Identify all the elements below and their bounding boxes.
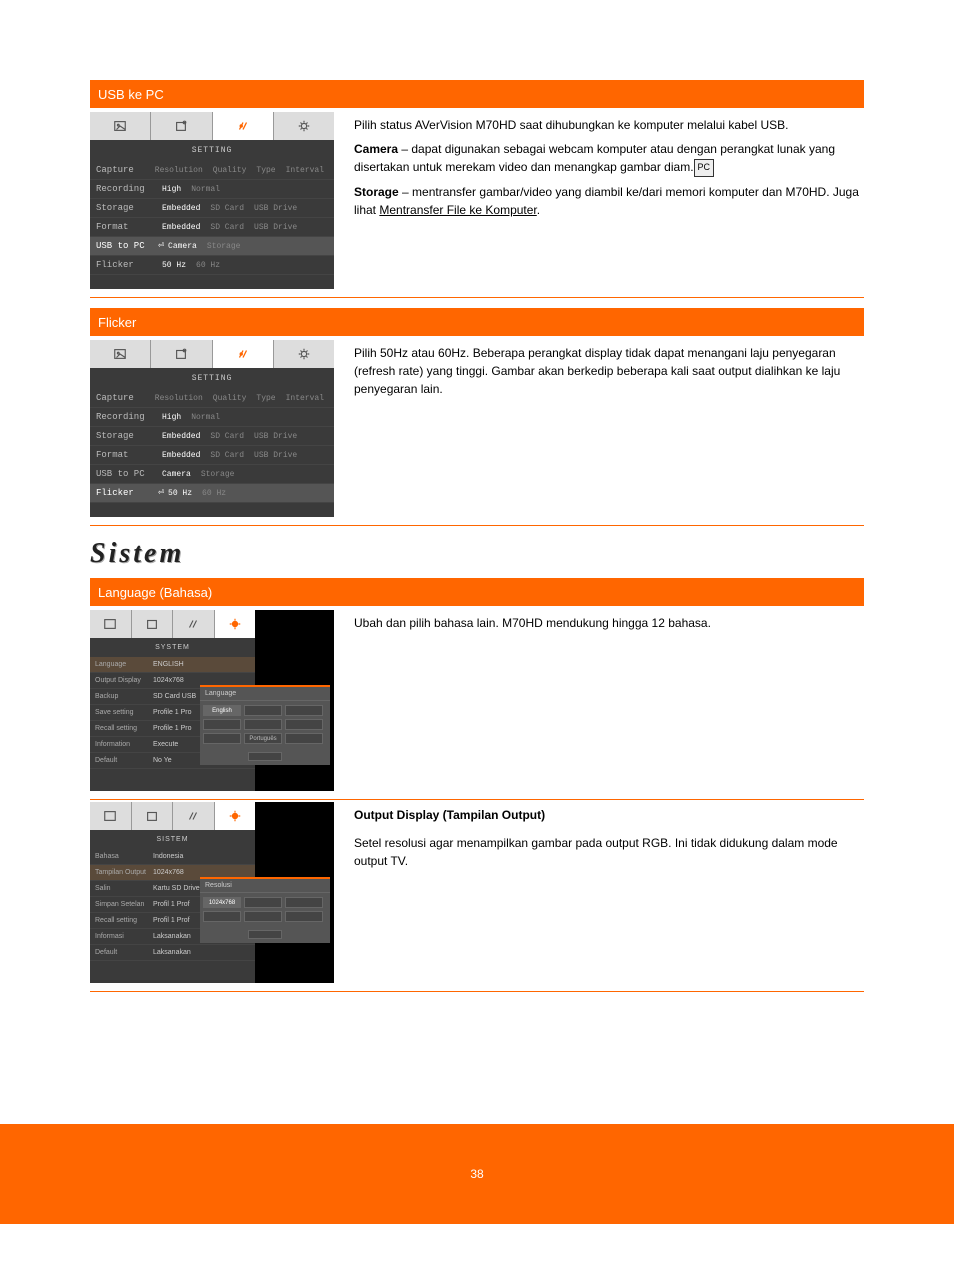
screenshot-settings-flicker: SETTING CaptureResolutionQualityTypeInte… <box>90 340 334 517</box>
resolution-popup: Resolusi 1024x768 <box>200 877 330 943</box>
page-footer: 38 <box>0 1124 954 1224</box>
language-description: Ubah dan pilih bahasa lain. M70HD menduk… <box>354 610 864 791</box>
tab-camera-icon <box>151 112 212 140</box>
tab-settings-icon <box>213 340 274 368</box>
bar-label: USB ke PC <box>98 87 164 102</box>
section-bar-usb: USB ke PC <box>90 80 864 108</box>
section-title-sistem: Sistem <box>90 538 864 570</box>
tab-settings-icon <box>173 610 215 638</box>
settings-title: SETTING <box>90 140 334 161</box>
bar-label: Flicker <box>98 315 136 330</box>
tab-camera-icon <box>151 340 212 368</box>
tab-gear-icon <box>274 340 334 368</box>
section-bar-language: Language (Bahasa) <box>90 578 864 606</box>
tab-image-icon <box>90 340 151 368</box>
section-bar-flicker: Flicker <box>90 308 864 336</box>
bar-label: Language (Bahasa) <box>98 585 212 600</box>
tab-gear-icon <box>274 112 334 140</box>
tab-settings-icon <box>213 112 274 140</box>
pc-icon: PC <box>694 159 715 177</box>
language-popup: Language English Português <box>200 685 330 765</box>
usb-description: Pilih status AVerVision M70HD saat dihub… <box>354 112 864 289</box>
screenshot-settings-usb: SETTING CaptureResolutionQualityTypeInte… <box>90 112 334 289</box>
tab-image-icon <box>90 802 132 830</box>
screenshot-system-language: SYSTEM LanguageENGLISH Output Display102… <box>90 610 334 791</box>
tab-gear-icon <box>215 802 256 830</box>
tab-camera-icon <box>132 802 174 830</box>
page-number: 38 <box>470 1167 483 1181</box>
screenshot-system-output: SISTEM BahasaIndonesia Tampilan Output10… <box>90 802 334 983</box>
tab-gear-icon <box>215 610 256 638</box>
tab-settings-icon <box>173 802 215 830</box>
settings-row-selected: Flicker⏎50 Hz60 Hz <box>90 484 334 503</box>
flicker-description: Pilih 50Hz atau 60Hz. Beberapa perangkat… <box>354 340 864 517</box>
tab-image-icon <box>90 112 151 140</box>
output-description: Output Display (Tampilan Output) Setel r… <box>354 802 864 983</box>
tab-image-icon <box>90 610 132 638</box>
settings-row-selected: USB to PC⏎CameraStorage <box>90 237 334 256</box>
tab-camera-icon <box>132 610 174 638</box>
